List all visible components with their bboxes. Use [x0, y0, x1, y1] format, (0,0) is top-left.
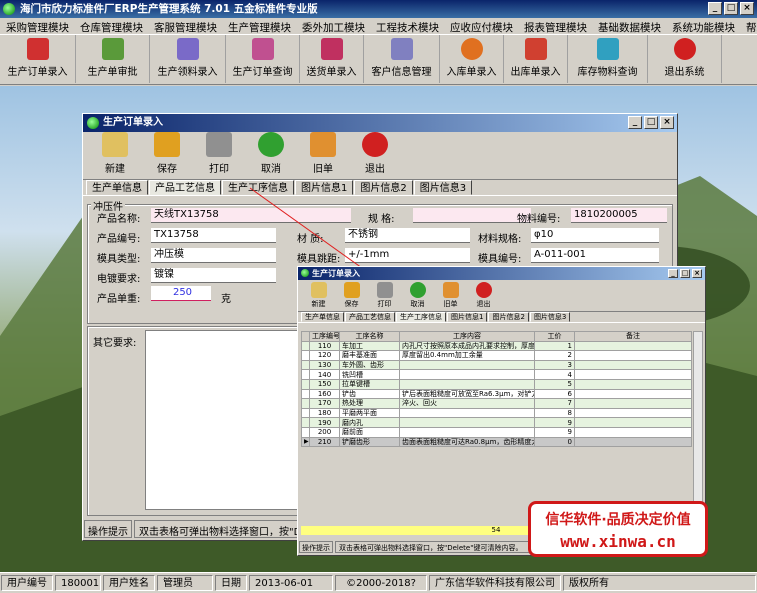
table-row[interactable]: 120 磨丰基准面 厚度留出0.4mm加工余量 2 [301, 350, 692, 361]
window2-tabs: 生产单信息 产品工艺信息 生产工序信息 图片信息1 图片信息2 图片信息3 [298, 312, 705, 323]
table-row[interactable]: 140 铣凹槽 4 [301, 369, 692, 380]
table-row[interactable]: 160铲齿铲后表面粗糙度可放宽至Ra6.3μm，对铲刀要求较低6 [301, 388, 692, 400]
w2-tab-procedure-info[interactable]: 生产工序信息 [396, 312, 446, 322]
table-row[interactable]: 180 平磨两平面 8 [301, 407, 692, 419]
window2-title-bar: 生产订单录入 _ □ × [298, 267, 705, 280]
col-header-content: 工序内容 [399, 331, 535, 342]
old-order-icon [442, 282, 459, 298]
table-row[interactable]: 150 拉单键槽 5 [301, 378, 692, 390]
cancel-icon [409, 282, 426, 298]
user-name-value: 管理员 [157, 575, 213, 591]
col-header-no: 工序编号 [309, 331, 340, 342]
w2-tab-image-3[interactable]: 图片信息3 [529, 312, 571, 322]
rights-text: 版权所有 [563, 575, 756, 591]
w2-tab-image-2[interactable]: 图片信息2 [488, 312, 529, 322]
user-no-value: 180001 [55, 575, 101, 591]
w2-old-order-button[interactable]: 旧单 [434, 280, 467, 311]
date-value: 2013-06-01 [249, 575, 333, 591]
table-row-current[interactable]: ▶210铲磨齿形齿面表面粗糙度可达Ra0.8μm，齿形精度大大提高0 [301, 436, 692, 448]
user-name-label: 用户姓名 [103, 575, 155, 591]
user-no-label: 用户编号 [1, 575, 53, 591]
table-row[interactable]: 110车加工内孔尺寸按照原本成品内孔要求控制，厚度留出0.6mm的加工余量1 [301, 340, 692, 352]
total-price: 54 [491, 526, 501, 534]
w2-cancel-button[interactable]: 取消 [401, 280, 434, 311]
row-pointer-icon: ▶ [301, 436, 310, 448]
table-row[interactable]: 190 磨内孔 9 [301, 417, 692, 428]
table-row[interactable]: 200 磨前面 9 [301, 426, 692, 438]
w2-save-button[interactable]: 保存 [335, 280, 368, 311]
w2-new-button[interactable]: 新建 [302, 280, 335, 311]
window2-minimize-button[interactable]: _ [668, 269, 678, 278]
window2-maximize-button[interactable]: □ [680, 269, 690, 278]
w2-tab-image-1[interactable]: 图片信息1 [447, 312, 488, 322]
table-row[interactable]: 130 车外圆、齿形 3 [301, 359, 692, 371]
w2-tab-order-info[interactable]: 生产单信息 [301, 312, 344, 322]
window-logo-icon [301, 269, 309, 277]
print-icon [376, 282, 393, 298]
window2-title: 生产订单录入 [312, 269, 360, 278]
company-name: 广东信华软件科技有限公司 [429, 575, 561, 591]
vendor-watermark: 信华软件·品质决定价值 www.xinwa.cn [528, 501, 708, 557]
watermark-url: www.xinwa.cn [560, 532, 676, 551]
table-header-row: 工序编号 工序名称 工序内容 工价 备注 [301, 331, 692, 342]
w2-tab-process-info[interactable]: 产品工艺信息 [345, 312, 395, 322]
col-header-price: 工价 [534, 331, 575, 342]
copyright-text: ©2000-2018? [335, 575, 427, 591]
window2-close-button[interactable]: × [692, 269, 702, 278]
status-bar: 用户编号 180001 用户姓名 管理员 日期 2013-06-01 ©2000… [0, 572, 757, 593]
new-icon [310, 282, 327, 298]
w2-print-button[interactable]: 打印 [368, 280, 401, 311]
watermark-slogan: 信华软件·品质决定价值 [545, 512, 691, 528]
col-header-name: 工序名称 [339, 331, 400, 342]
w2-hint-label: 操作提示 [299, 541, 333, 553]
table-row[interactable]: 170 热处理 淬火、回火 7 [301, 398, 692, 409]
exit-icon [475, 282, 492, 298]
procedure-table[interactable]: 工序编号 工序名称 工序内容 工价 备注 110 车加工 内孔尺寸按照原本成品内孔要… [301, 331, 692, 448]
window2-toolbar: 新建 保存 打印 取消 旧单 退出 [298, 280, 705, 312]
w2-exit-button[interactable]: 退出 [467, 280, 500, 311]
col-header-remark: 备注 [574, 331, 692, 342]
date-label: 日期 [215, 575, 247, 591]
save-icon [343, 282, 360, 298]
